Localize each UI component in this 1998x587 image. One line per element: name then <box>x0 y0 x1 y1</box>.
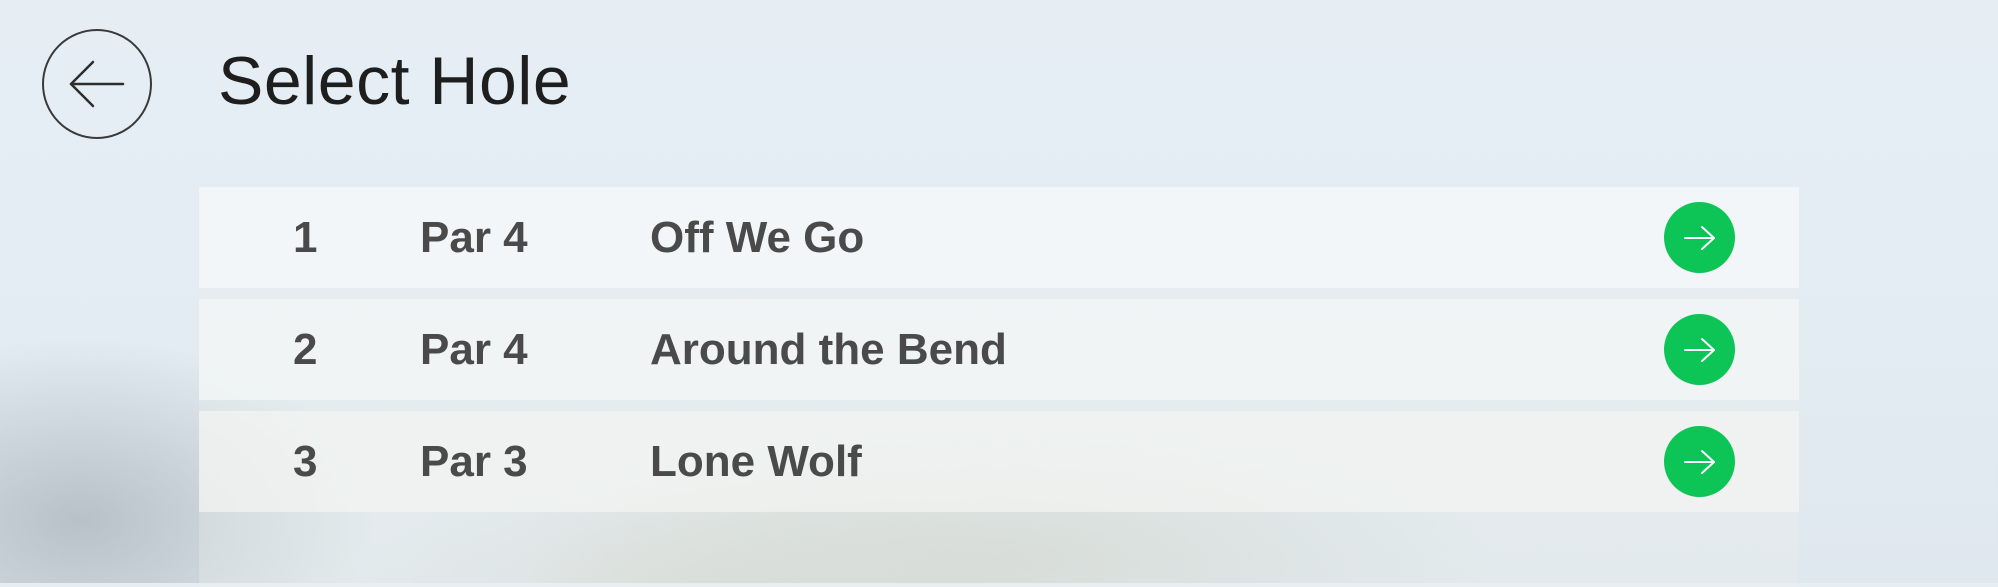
hole-list-panel: 1 Par 4 Off We Go 2 Par 4 Around the Ben… <box>199 187 1799 587</box>
select-hole-1-button[interactable] <box>1664 202 1735 273</box>
hole-name: Around the Bend <box>650 325 1007 374</box>
hole-number: 3 <box>293 437 318 486</box>
hole-name: Lone Wolf <box>650 437 862 486</box>
hole-list: 1 Par 4 Off We Go 2 Par 4 Around the Ben… <box>199 187 1799 523</box>
page-title: Select Hole <box>218 43 572 119</box>
hole-par: Par 4 <box>420 213 528 262</box>
hole-name: Off We Go <box>650 213 865 262</box>
hole-row-1[interactable]: 1 Par 4 Off We Go <box>199 187 1799 288</box>
back-button[interactable] <box>42 29 152 139</box>
hole-number: 2 <box>293 325 318 374</box>
select-hole-3-button[interactable] <box>1664 426 1735 497</box>
hole-par: Par 3 <box>420 437 528 486</box>
arrow-right-icon <box>1683 225 1715 250</box>
hole-row-2[interactable]: 2 Par 4 Around the Bend <box>199 299 1799 400</box>
arrow-right-icon <box>1683 337 1715 362</box>
hole-row-3[interactable]: 3 Par 3 Lone Wolf <box>199 411 1799 512</box>
hole-par: Par 4 <box>420 325 528 374</box>
select-hole-2-button[interactable] <box>1664 314 1735 385</box>
hole-number: 1 <box>293 213 318 262</box>
arrow-right-icon <box>1683 449 1715 474</box>
arrow-left-icon <box>69 60 125 108</box>
